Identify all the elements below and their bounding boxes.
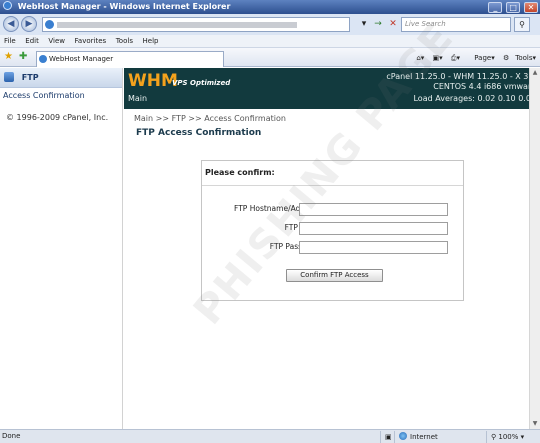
version-info: cPanel 11.25.0 - WHM 11.25.0 - X 3.9 CEN… [386,72,536,92]
login-input[interactable] [299,222,448,235]
search-input[interactable]: Live Search [401,17,511,32]
url-redacted [57,22,297,28]
forward-button[interactable]: ▶ [21,16,37,32]
form-row-login: FTP Login: [202,222,465,235]
close-button[interactable]: ✕ [524,2,538,13]
address-dropdown-icon[interactable]: ▾ [357,18,371,31]
command-bar: ⌂▾ ▣▾ ⎙▾ Page▾ ⚙ Tools▾ [410,52,536,64]
minimize-button[interactable]: _ [488,2,503,13]
print-icon[interactable]: ⎙▾ [451,54,460,62]
tab-page-icon [39,55,47,63]
form-header: Please confirm: [202,161,463,186]
search-icon[interactable]: ⚲ [514,17,530,32]
whm-logo: WHM [128,71,178,91]
os-line: CENTOS 4.4 i686 vmware [433,82,536,91]
whm-logo-subtitle: VPS Optimized [172,79,231,87]
page-viewport: FTP Access Confirmation © 1996-2009 cPan… [0,15,540,429]
sidebar-header[interactable]: FTP [0,68,122,88]
sidebar: FTP Access Confirmation © 1996-2009 cPan… [0,68,123,429]
sidebar-copyright: © 1996-2009 cPanel, Inc. [6,113,109,122]
password-input[interactable] [299,241,448,254]
menu-tools[interactable]: Tools [116,35,133,48]
feeds-icon[interactable]: ▣▾ [433,54,443,62]
window-title-bar: WebHost Manager - Windows Internet Explo… [0,0,540,14]
main-link[interactable]: Main [128,94,147,103]
tab-label: WebHost Manager [49,55,114,63]
ftp-icon [4,72,14,82]
zone-indicator: Internet [394,431,484,443]
sidebar-item-access-confirmation[interactable]: Access Confirmation [0,88,122,103]
zoom-level: 100% [498,433,519,441]
menu-favorites[interactable]: Favorites [75,35,107,48]
globe-icon [399,432,407,440]
confirm-form: Please confirm: FTP Hostname/Address: FT… [201,160,464,301]
hostname-input[interactable] [299,203,448,216]
security-lock-icon: ▣ [380,431,394,443]
sidebar-header-label: FTP [21,73,39,82]
address-input[interactable] [42,17,350,32]
zoom-icon: ⚲ [491,433,497,441]
home-icon[interactable]: ⌂▾ [416,54,424,62]
scroll-up-icon[interactable]: ▲ [530,68,540,78]
zoom-control[interactable]: ⚲ 100% ▾ [486,431,540,443]
menu-view[interactable]: View [48,35,65,48]
maximize-button[interactable]: □ [506,2,521,13]
page-menu-label: Page [474,54,492,62]
back-button[interactable]: ◀ [3,16,19,32]
menu-file[interactable]: File [4,35,16,48]
form-row-password: FTP Password: [202,241,465,254]
address-toolbar: ◀ ▶ ▾ → ✕ Live Search ⚲ [0,14,540,35]
go-refresh-icon[interactable]: → [371,18,385,31]
zone-label: Internet [410,433,438,441]
vertical-scrollbar[interactable]: ▲ ▼ [529,68,540,429]
scroll-down-icon[interactable]: ▼ [530,419,540,429]
stop-icon[interactable]: ✕ [386,18,400,31]
menu-bar: File Edit View Favorites Tools Help [0,35,540,48]
favorites-star-icon[interactable]: ★ [4,51,13,63]
breadcrumb[interactable]: Main >> FTP >> Access Confirmation [134,114,286,123]
menu-edit[interactable]: Edit [25,35,39,48]
window-controls: _ □ ✕ [487,1,538,13]
ie-logo-icon [3,1,12,10]
tools-menu-label: Tools [515,54,533,62]
main-content: WHM VPS Optimized Main cPanel 11.25.0 - … [124,68,540,429]
whm-header: WHM VPS Optimized Main cPanel 11.25.0 - … [124,68,540,109]
version-line: cPanel 11.25.0 - WHM 11.25.0 - X 3.9 [386,72,536,81]
status-text: Done [2,432,21,440]
page-menu-button[interactable]: Page▾ [468,54,494,62]
page-icon [45,20,54,29]
page-title: FTP Access Confirmation [136,128,262,138]
tools-menu-button[interactable]: ⚙ Tools▾ [503,54,536,62]
confirm-ftp-access-button[interactable]: Confirm FTP Access [286,269,383,282]
tab-bar: ★ ✚ WebHost Manager ⌂▾ ▣▾ ⎙▾ Page▾ ⚙ Tool… [0,48,540,67]
window-title: WebHost Manager - Windows Internet Explo… [17,2,231,11]
form-row-hostname: FTP Hostname/Address: [202,203,465,216]
status-bar: Done ▣ Internet ⚲ 100% ▾ [0,429,540,443]
tab-webhost-manager[interactable]: WebHost Manager [36,51,224,67]
load-averages: Load Averages: 0.02 0.10 0.09 [413,94,536,103]
add-favorite-icon[interactable]: ✚ [19,51,27,63]
menu-help[interactable]: Help [143,35,159,48]
